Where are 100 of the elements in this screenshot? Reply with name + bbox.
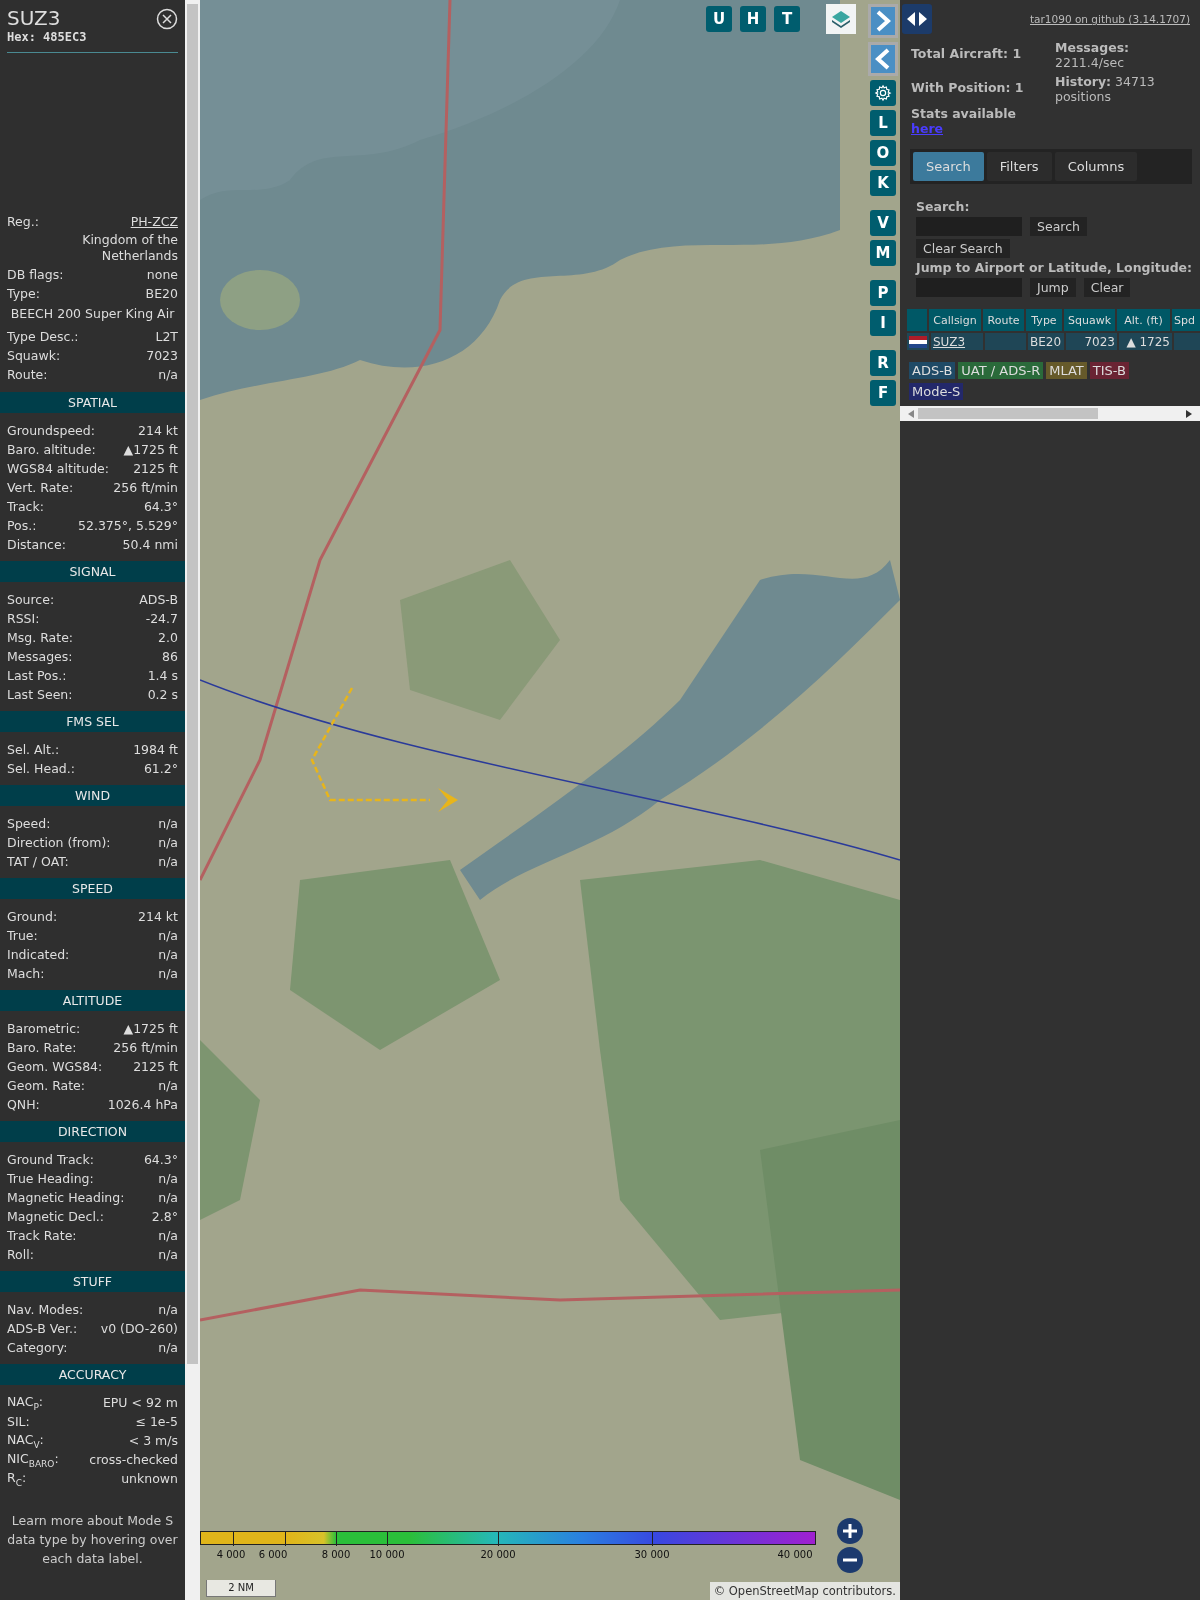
chevron-right-icon [875,10,891,32]
map-toggle-button[interactable]: H [740,6,766,32]
field-value: n/a [158,816,178,831]
map-toggle-button[interactable]: V [870,210,896,236]
attribution-link[interactable]: OpenStreetMap [728,1584,819,1598]
chevron-left-icon [875,48,891,70]
field-label: Baro. altitude: [7,442,96,457]
map-toggle-button[interactable]: R [870,350,896,376]
clear-button[interactable]: Clear [1083,278,1131,297]
field-value: 1026.4 hPa [107,1097,178,1112]
flag-icon [909,335,927,348]
field-value: 52.375°, 5.529° [78,518,178,533]
tab[interactable]: Columns [1054,152,1138,181]
previous-button[interactable] [868,42,898,76]
field-value: n/a [158,1190,178,1205]
field-value: v0 (DO-260) [100,1321,178,1336]
altitude-label: 20 000 [480,1549,516,1560]
registration-link[interactable]: PH-ZCZ [130,214,178,229]
scale-bar: 2 NM [206,1580,276,1597]
field-value: 64.3° [143,499,178,514]
scrollbar[interactable] [185,0,200,1600]
field-value: BE20 [145,286,178,301]
column-header[interactable]: Squawk [1064,309,1115,331]
map-toggle-button[interactable]: O [870,140,896,166]
stat-text: Messages: 2211.4/sec [1055,40,1131,70]
field-value: < 3 m/s [128,1433,178,1448]
field-value: n/a [158,835,178,850]
field-label: Messages: [7,649,73,664]
table-cell: BE20 [1028,333,1064,350]
version-link[interactable]: tar1090 on github (3.14.1707) [1030,13,1190,25]
section-header: DIRECTION [0,1121,185,1142]
field-value: 86 [162,649,178,664]
layers-icon [830,8,852,30]
source-tag: Mode-S [909,383,964,400]
section-header: STUFF [0,1271,185,1292]
left-right-arrows-icon [907,12,927,26]
aircraft-model: BEECH 200 Super King Air [10,306,175,321]
tab[interactable]: Search [913,152,984,181]
column-header[interactable]: Spd [1172,309,1200,331]
field-label: DB flags: [7,267,64,282]
field-value: -24.7 [145,611,178,626]
field-value: 7023 [146,348,178,363]
field-value: none [146,267,178,282]
field-value: 2.0 [158,630,178,645]
jump-button[interactable]: Jump [1030,278,1076,297]
field-label: Route: [7,367,48,382]
map-toggle-button[interactable]: M [870,240,896,266]
layers-button[interactable] [826,4,856,34]
settings-button[interactable] [870,80,896,106]
field-label: Last Seen: [7,687,73,702]
hex-code: Hex: 485EC3 [7,30,87,44]
field-label: Roll: [7,1247,34,1262]
map-toggle-button[interactable]: K [870,170,896,196]
stat-text: Stats available [911,106,1017,121]
field-label: Groundspeed: [7,423,95,438]
clear-search-button[interactable]: Clear Search [916,239,1010,258]
field-value: n/a [158,1171,178,1186]
column-header[interactable]: Type [1026,309,1062,331]
field-value: ADS-B [139,592,178,607]
column-header[interactable]: Route [983,309,1024,331]
field-label: Msg. Rate: [7,630,74,645]
field-label: Squawk: [7,348,61,363]
field-label: Baro. Rate: [7,1040,77,1055]
field-label: Last Pos.: [7,668,67,683]
section-header: SPATIAL [0,392,185,413]
attribution-text: © OpenStreetMap contributors. [709,1582,900,1600]
map-toggle-button[interactable]: P [870,280,896,306]
panel-toggle-button[interactable] [902,4,932,34]
field-value: EPU < 92 m [102,1395,178,1410]
scroll-left-icon[interactable] [908,409,914,418]
close-icon[interactable] [156,8,178,30]
field-value: 64.3° [143,1152,178,1167]
field-value: 1984 ft [133,742,178,757]
field-label: Ground Track: [7,1152,94,1167]
plus-icon [842,1523,858,1539]
field-value: ▲1725 ft [123,1021,178,1036]
field-value: 61.2° [143,761,178,776]
field-value: n/a [158,1247,178,1262]
tab[interactable]: Filters [986,152,1052,181]
field-value: ≤ 1e-5 [135,1414,178,1429]
altitude-label: 40 000 [777,1549,813,1560]
map-toggle-button[interactable]: I [870,310,896,336]
field-label: Vert. Rate: [7,480,74,495]
table-header [907,309,927,331]
search-button[interactable]: Search [1030,217,1087,236]
field-label: Type Desc.: [7,329,79,344]
source-tag: ADS-B [909,362,956,379]
horizontal-scrollbar[interactable] [900,406,1200,421]
map-toggle-button[interactable]: T [774,6,800,32]
map-toggle-button[interactable]: F [870,380,896,406]
map-toggle-button[interactable]: U [706,6,732,32]
map-toggle-button[interactable]: L [870,110,896,136]
field-value: n/a [158,966,178,981]
field-label: Source: [7,592,55,607]
column-header[interactable]: Alt. (ft) [1117,309,1170,331]
scroll-right-icon[interactable] [1186,409,1192,418]
source-tag: TIS-B [1089,362,1129,379]
help-text: Learn more about Mode S data type by hovering over each data label. [6,1512,179,1568]
altitude-label: 8 000 [321,1549,351,1560]
column-header[interactable]: Callsign [929,309,981,331]
